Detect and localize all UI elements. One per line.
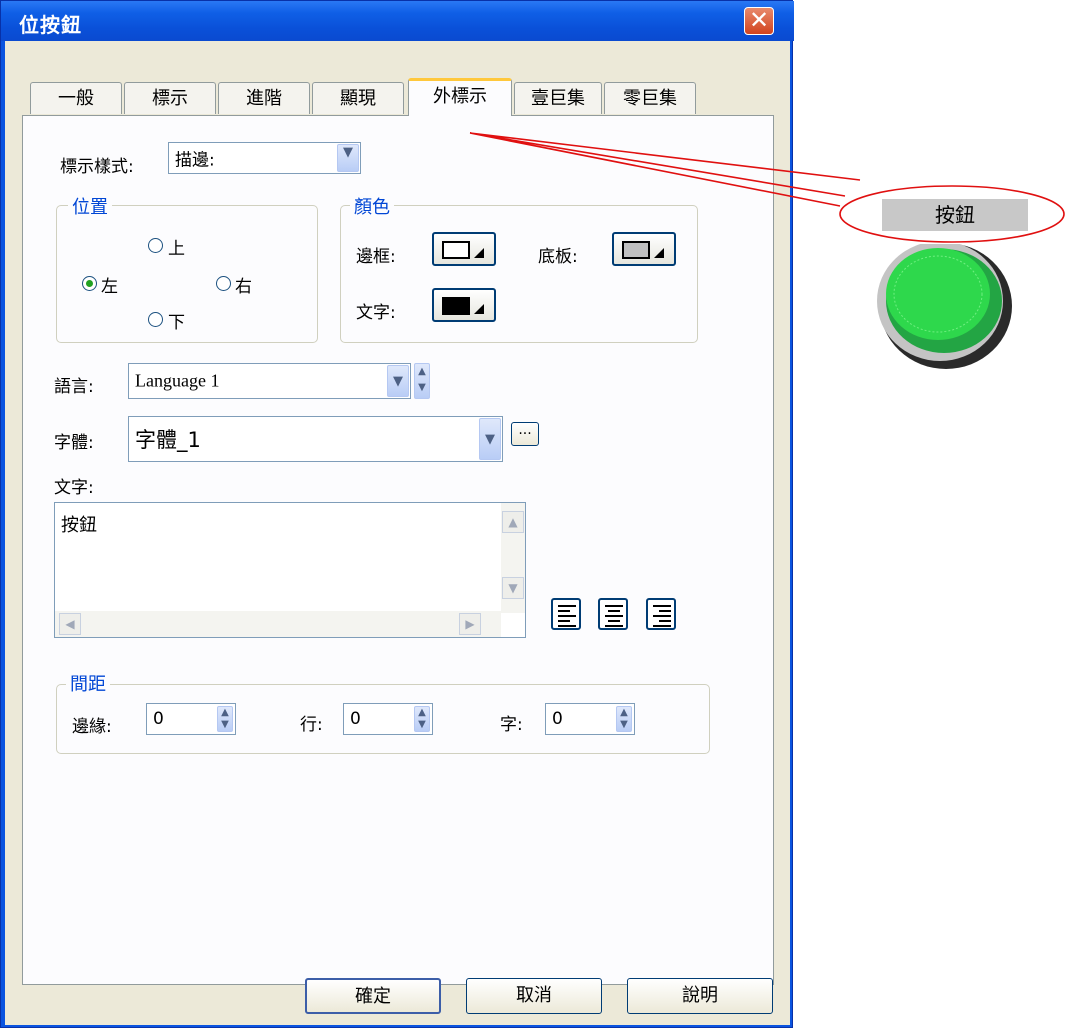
- preview-button-graphic: [877, 244, 1012, 369]
- preview-label: 按鈕: [882, 199, 1028, 231]
- tab-outer-label[interactable]: 外標示: [408, 78, 512, 116]
- callout-line: [469, 132, 861, 207]
- callout-overlay: [469, 132, 1065, 243]
